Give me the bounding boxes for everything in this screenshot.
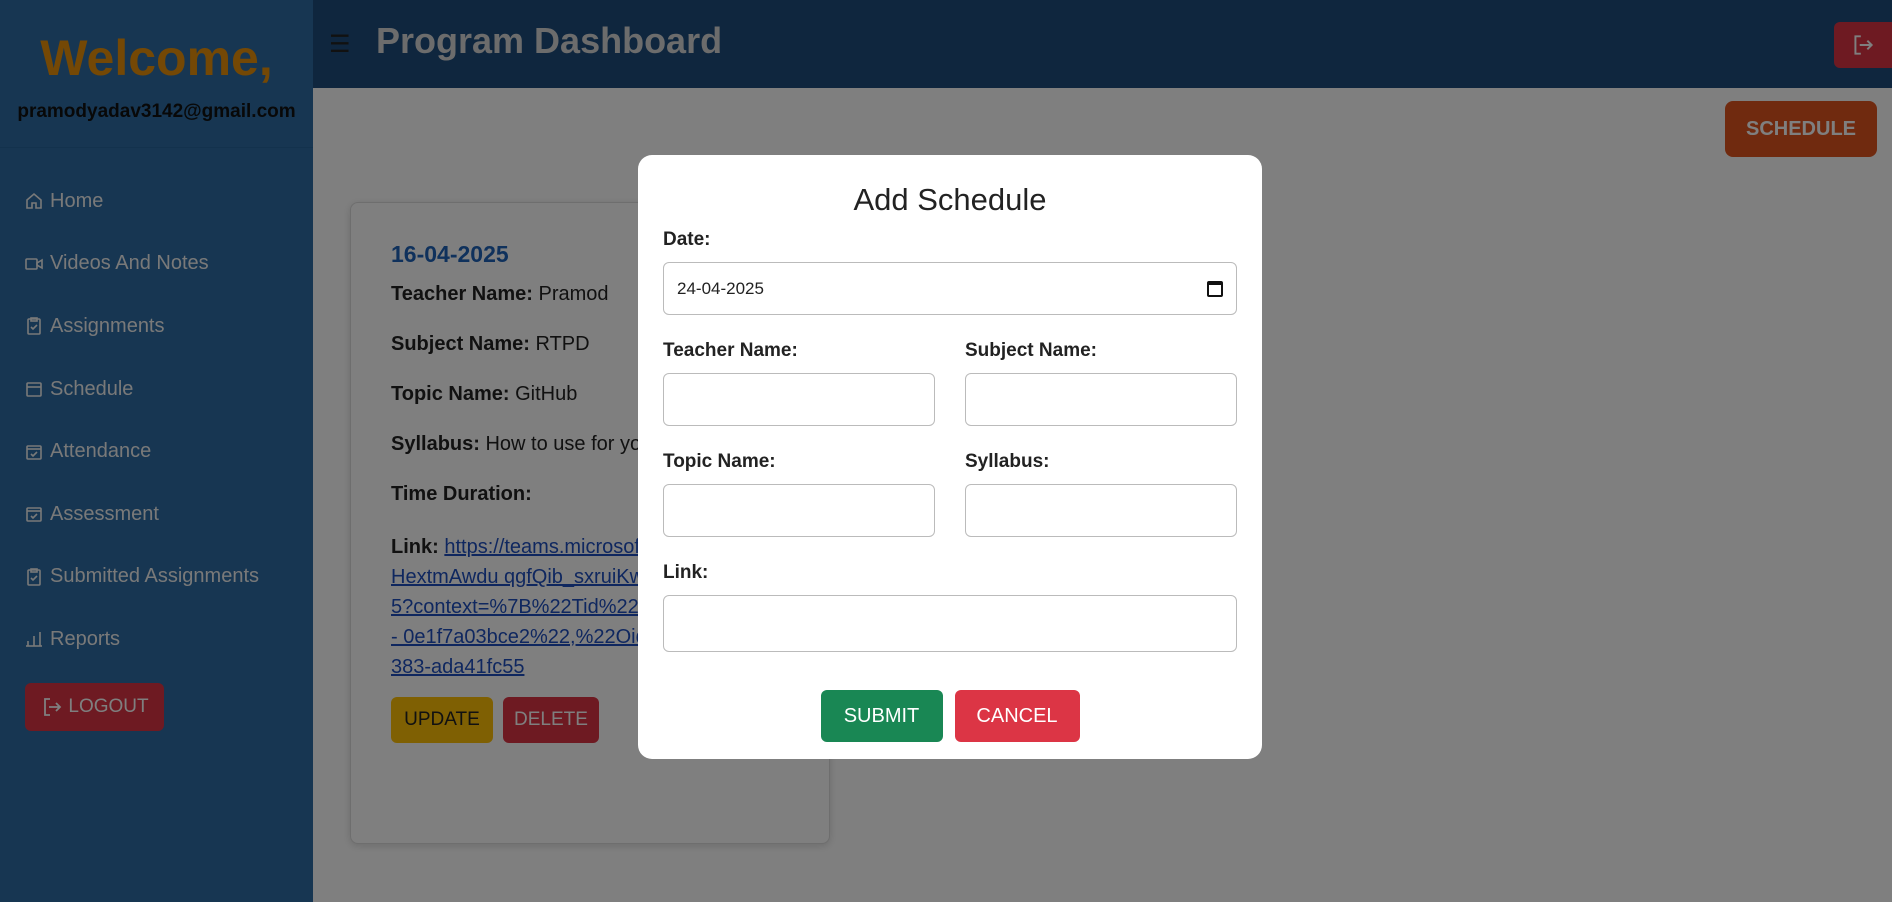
modal-actions: SUBMIT CANCEL [663,690,1237,742]
date-value: 24-04-2025 [677,278,764,298]
calendar-icon[interactable] [1207,280,1223,297]
date-field[interactable]: 24-04-2025 [663,262,1237,315]
syllabus-field[interactable] [965,484,1237,537]
date-label: Date: [663,229,711,250]
cancel-button[interactable]: CANCEL [954,690,1080,742]
teacher-name-field[interactable] [663,373,935,426]
link-field[interactable] [663,595,1237,652]
subject-name-field[interactable] [965,373,1237,426]
submit-button[interactable]: SUBMIT [820,690,943,742]
add-schedule-modal: Add Schedule Date: 24-04-2025 Teacher Na… [638,155,1262,759]
topic-name-field[interactable] [663,484,935,537]
teacher-name-label: Teacher Name: [663,340,798,361]
subject-name-label: Subject Name: [965,340,1097,361]
syllabus-label: Syllabus: [965,451,1050,472]
modal-title: Add Schedule [853,182,1047,217]
link-label: Link: [663,562,709,583]
topic-name-label: Topic Name: [663,451,776,472]
